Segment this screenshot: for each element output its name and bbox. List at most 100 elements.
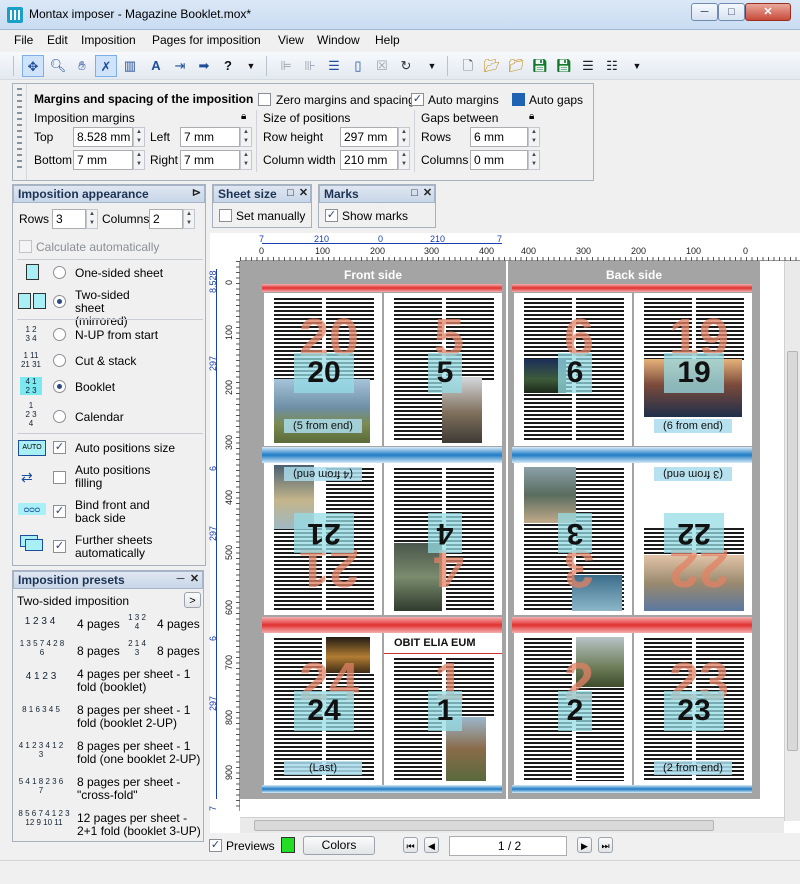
columns-gap-spinner[interactable]: ▲ ▼ [528,150,540,170]
lock-icon[interactable]: 🔒︎ [241,111,246,122]
prev-page-button[interactable]: ◀ [424,837,439,853]
sheet-size-close-icon[interactable]: ✕ [297,187,310,200]
menu-imposition[interactable]: Imposition [81,33,136,47]
hand-icon[interactable]: ✋︎ [71,55,93,77]
help-icon[interactable]: ? [217,55,239,77]
nup-radio[interactable] [53,328,66,341]
rows-gap-spinner[interactable]: ▲ ▼ [528,127,540,147]
list-view-icon[interactable]: ☰ [577,55,599,77]
page-22[interactable]: (3 from end) 22 22 [634,463,752,615]
zero-margins-checkbox[interactable] [258,93,271,106]
menu-view[interactable]: View [278,33,304,47]
page-3[interactable]: 3 3 [514,463,632,615]
align-left-icon[interactable]: ⊫ [275,55,297,77]
rows-gap-input[interactable]: 6 mm [470,127,528,147]
horizontal-scroll-thumb[interactable] [254,820,714,831]
page-21[interactable]: (4 from end) 21 21 [264,463,382,615]
auto-filling-checkbox[interactable] [53,471,66,484]
previews-checkbox[interactable]: ✓ [209,839,222,852]
rows-spinner[interactable]: ▲ ▼ [86,209,98,229]
page-5[interactable]: 5 5 [384,293,502,446]
calc-auto-checkbox[interactable] [19,240,32,253]
columns-gap-input[interactable]: 0 mm [470,150,528,170]
preset-item[interactable]: 4 pages per sheet - 1 fold (booklet) [77,668,197,694]
page-19[interactable]: 19 19 (6 from end) [634,293,752,446]
booklet-radio[interactable] [53,380,66,393]
delete-icon[interactable]: ☒ [371,55,393,77]
row-height-spinner[interactable]: ▲ ▼ [398,127,410,147]
marks-restore-icon[interactable]: □ [408,187,421,200]
rotate-icon[interactable]: ↻ [395,55,417,77]
preset-item[interactable]: 8 pages per sheet - 1 fold (booklet 2-UP… [77,704,197,730]
open-recent-icon[interactable]: 📁︎ [505,55,527,77]
auto-gaps-checkbox[interactable] [512,93,525,106]
page-24[interactable]: 24 24 (Last) [264,633,382,785]
calendar-radio[interactable] [53,410,66,423]
crop-marks-icon[interactable]: ✗ [95,55,117,77]
menu-file[interactable]: File [14,33,33,47]
marks-close-icon[interactable]: ✕ [421,187,434,200]
gaps-lock-icon[interactable]: 🔒︎ [529,111,534,122]
open-folder-icon[interactable]: 📂︎ [481,55,503,77]
bind-sides-checkbox[interactable]: ✓ [53,505,66,518]
save-icon[interactable]: 💾︎ [529,55,551,77]
vertical-scrollbar[interactable] [784,261,800,821]
one-sided-radio[interactable] [53,266,66,279]
preset-item[interactable]: 4 pages [157,617,200,631]
toolbar-more-icon[interactable]: ▼ [240,55,262,77]
preset-item[interactable]: 8 pages per sheet - 1 fold (one booklet … [77,740,201,766]
list-options-icon[interactable]: ☷ [601,55,623,77]
toolbar-more-icon-3[interactable]: ▼ [626,55,648,77]
ruler-icon[interactable]: ▥ [119,55,141,77]
pin-icon[interactable]: ⊳ [190,187,203,200]
sheet-size-restore-icon[interactable]: □ [284,187,297,200]
text-tool-icon[interactable]: A [145,55,167,77]
page-1[interactable]: OBIT ELIA EUM 1 1 [384,633,502,785]
top-margin-spinner[interactable]: ▲ ▼ [133,127,145,147]
preview-color-swatch[interactable] [281,837,295,853]
zoom-icon[interactable]: 🔍︎ [47,55,69,77]
vertical-scroll-thumb[interactable] [787,351,798,751]
set-manually-checkbox[interactable] [219,209,232,222]
bottom-margin-spinner[interactable]: ▲ ▼ [133,150,145,170]
menu-pages-for-imposition[interactable]: Pages for imposition [152,33,261,47]
page-2[interactable]: 2 2 [514,633,632,785]
last-page-button[interactable]: ⏭ [598,837,613,853]
presets-minimize-icon[interactable]: ─ [174,573,187,586]
preset-item[interactable]: 4 pages [77,617,120,631]
preset-item[interactable]: 8 pages [77,644,120,658]
toolbar-more-icon-2[interactable]: ▼ [421,55,443,77]
imposition-canvas[interactable]: 7 210 0 210 7 0 100 200 300 400 400 300 … [208,233,800,833]
move-tool-icon[interactable]: ✥ [22,55,44,77]
split-rows-icon[interactable]: ☰ [323,55,345,77]
preset-item[interactable]: 8 pages [157,644,200,658]
column-width-spinner[interactable]: ▲ ▼ [398,150,410,170]
further-sheets-checkbox[interactable]: ✓ [53,540,66,553]
new-file-icon[interactable]: 🗋 [457,55,479,77]
colors-button[interactable]: Colors [303,836,375,855]
menu-edit[interactable]: Edit [47,33,68,47]
right-margin-input[interactable]: 7 mm [180,150,240,170]
bottom-margin-input[interactable]: 7 mm [73,150,133,170]
rows-input[interactable]: 3 [52,209,86,229]
preset-group-label[interactable]: Two-sided imposition [17,594,129,608]
preset-item[interactable]: 8 pages per sheet - "cross-fold" [77,776,197,802]
page-20[interactable]: 20 20 (5 from end) [264,293,382,446]
show-marks-checkbox[interactable]: ✓ [325,209,338,222]
minimize-button[interactable]: ─ [691,3,718,21]
insert-icon[interactable]: ⇥ [169,55,191,77]
left-margin-spinner[interactable]: ▲ ▼ [240,127,252,147]
columns-input[interactable]: 2 [149,209,183,229]
cut-stack-radio[interactable] [53,354,66,367]
page-indicator[interactable]: 1 / 2 [449,836,567,856]
columns-spinner[interactable]: ▲ ▼ [183,209,195,229]
arrange-icon[interactable]: ➡ [193,55,215,77]
panel-grip[interactable] [13,84,27,180]
page-6[interactable]: 6 6 [514,293,632,446]
menu-help[interactable]: Help [375,33,400,47]
two-sided-radio[interactable] [53,295,66,308]
preset-item[interactable]: 12 pages per sheet - 2+1 fold (booklet 3… [77,812,201,838]
column-width-input[interactable]: 210 mm [340,150,398,170]
left-margin-input[interactable]: 7 mm [180,127,240,147]
first-page-button[interactable]: ⏮ [403,837,418,853]
